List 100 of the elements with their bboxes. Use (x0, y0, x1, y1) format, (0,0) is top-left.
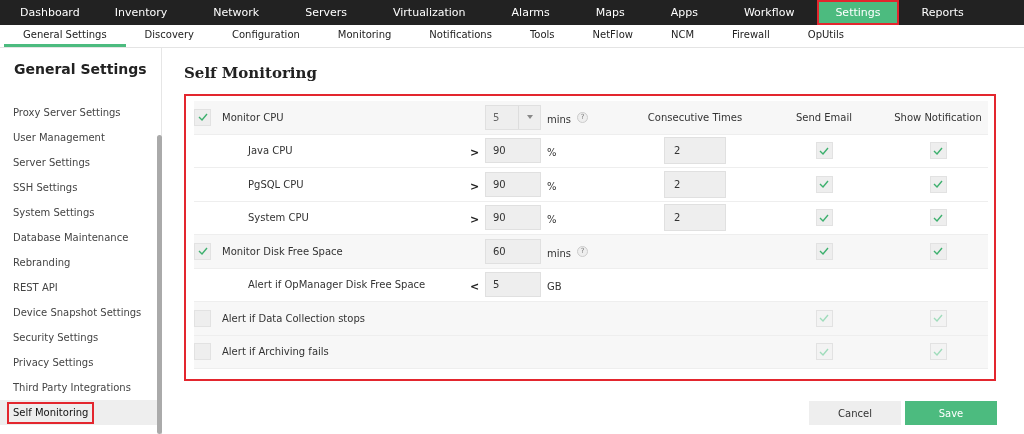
row-label: Alert if Archiving fails (221, 346, 330, 358)
sidebar-item[interactable]: Database Maintenance (0, 225, 161, 250)
sidebar-title: General Settings (13, 60, 148, 79)
checkbox[interactable] (929, 142, 947, 160)
check-icon (819, 146, 829, 155)
nav-tab[interactable]: Reports (898, 0, 987, 25)
input-field[interactable]: 90 (485, 205, 541, 231)
sidebar-item[interactable]: SSH Settings (0, 175, 161, 200)
checkbox[interactable] (815, 242, 833, 260)
row-label: Monitor CPU (221, 111, 285, 123)
sidebar-item[interactable]: Third Party Integrations (0, 375, 161, 400)
sub-nav-tab[interactable]: General Settings (4, 25, 126, 47)
unit-label: mins (546, 113, 572, 125)
sub-nav-tab[interactable]: Configuration (213, 25, 319, 47)
unit-label: GB (546, 281, 562, 293)
sidebar-item-label: Device Snapshot Settings (12, 305, 143, 320)
nav-tab[interactable]: Alarms (488, 0, 573, 25)
sidebar-item[interactable]: System Settings (0, 200, 161, 225)
page-title: Self Monitoring (184, 64, 318, 82)
sidebar-item[interactable]: REST API (0, 275, 161, 300)
input-field[interactable]: 2 (664, 170, 726, 198)
row-label: PgSQL CPU (247, 178, 305, 190)
input-field[interactable]: 60 (485, 238, 541, 264)
sidebar-item-label: Database Maintenance (12, 230, 130, 245)
sidebar-item-label: Server Settings (12, 155, 91, 170)
sidebar-item[interactable]: Privacy Settings (0, 350, 161, 375)
checkbox[interactable] (194, 108, 211, 126)
nav-tab[interactable]: Servers (282, 0, 370, 25)
row-label: Java CPU (246, 145, 294, 157)
check-icon (197, 247, 208, 256)
checkbox[interactable] (815, 209, 833, 227)
sidebar-item-label: Security Settings (12, 330, 100, 345)
column-header: Consecutive Times (647, 111, 743, 123)
interval-dropdown[interactable]: 5 (485, 104, 541, 130)
check-icon (933, 146, 943, 155)
comparator: > (470, 213, 480, 227)
check-icon (197, 113, 208, 122)
scrollbar[interactable] (157, 135, 162, 434)
nav-tab[interactable]: Maps (572, 0, 648, 25)
checkbox[interactable] (815, 142, 833, 160)
comparator: < (470, 280, 480, 294)
checkbox[interactable] (815, 175, 833, 193)
row-label: Alert if Data Collection stops (221, 312, 366, 324)
sidebar-item-label: Third Party Integrations (12, 380, 132, 395)
check-icon (819, 180, 829, 189)
column-header: Show Notification (894, 111, 982, 123)
check-icon (819, 247, 829, 256)
nav-tab[interactable]: Inventory (91, 0, 191, 25)
checkbox[interactable] (929, 175, 947, 193)
sub-nav-tab[interactable]: Notifications (410, 25, 511, 47)
comparator: > (470, 146, 480, 160)
sidebar-item-label: Self Monitoring (7, 401, 95, 424)
sidebar-item[interactable]: Device Snapshot Settings (0, 300, 161, 325)
comparator: > (470, 179, 480, 193)
sidebar-item-label: SSH Settings (12, 180, 79, 195)
input-field[interactable]: 5 (485, 272, 541, 298)
nav-tab[interactable]: Network (190, 0, 283, 25)
sub-nav-tab[interactable]: NetFlow (573, 25, 652, 47)
sidebar-item[interactable]: Proxy Server Settings (0, 100, 161, 125)
check-icon (933, 347, 943, 356)
input-field[interactable]: 90 (485, 138, 541, 164)
check-icon (819, 347, 829, 356)
check-icon (933, 213, 943, 222)
unit-label: % (546, 180, 557, 192)
unit-label: mins (546, 247, 572, 259)
sidebar-item-label: Proxy Server Settings (12, 105, 122, 120)
nav-tab[interactable]: Virtualization (370, 0, 489, 25)
nav-tab[interactable]: Dashboard (8, 0, 92, 25)
sidebar-item[interactable]: Server Settings (0, 150, 161, 175)
sidebar-item[interactable]: User Management (0, 125, 161, 150)
checkbox[interactable] (194, 343, 211, 361)
row-label: System CPU (247, 212, 310, 224)
checkbox[interactable] (194, 242, 211, 260)
unit-label: % (546, 147, 557, 159)
sidebar-item[interactable]: Rebranding (0, 250, 161, 275)
sidebar-item-label: Rebranding (12, 255, 72, 270)
sub-nav-tab[interactable]: Tools (510, 25, 574, 47)
checkbox[interactable] (929, 242, 947, 260)
check-icon (933, 247, 943, 256)
sidebar-item-label: User Management (12, 130, 106, 145)
sub-nav-tab[interactable]: OpUtils (788, 25, 863, 47)
sidebar-item-label: System Settings (12, 205, 96, 220)
sub-nav-tab[interactable]: Monitoring (318, 25, 411, 47)
caret-icon (526, 115, 533, 120)
sub-nav-tab[interactable]: Discovery (125, 25, 213, 47)
row-label: Alert if OpManager Disk Free Space (247, 279, 427, 291)
nav-tab[interactable]: Apps (647, 0, 721, 25)
row-label: Monitor Disk Free Space (221, 245, 344, 257)
nav-tab[interactable]: Workflow (720, 0, 818, 25)
sub-nav-tab[interactable]: NCM (651, 25, 714, 47)
column-header: Send Email (795, 111, 853, 123)
sub-nav-tab[interactable]: Firewall (713, 25, 789, 47)
sidebar-item[interactable]: Security Settings (0, 325, 161, 350)
checkbox[interactable] (929, 209, 947, 227)
check-icon (933, 180, 943, 189)
cancel-button[interactable]: Cancel (809, 401, 901, 425)
checkbox[interactable] (194, 309, 211, 327)
input-field[interactable]: 2 (664, 137, 726, 165)
input-field[interactable]: 2 (664, 204, 726, 232)
input-field[interactable]: 90 (485, 171, 541, 197)
